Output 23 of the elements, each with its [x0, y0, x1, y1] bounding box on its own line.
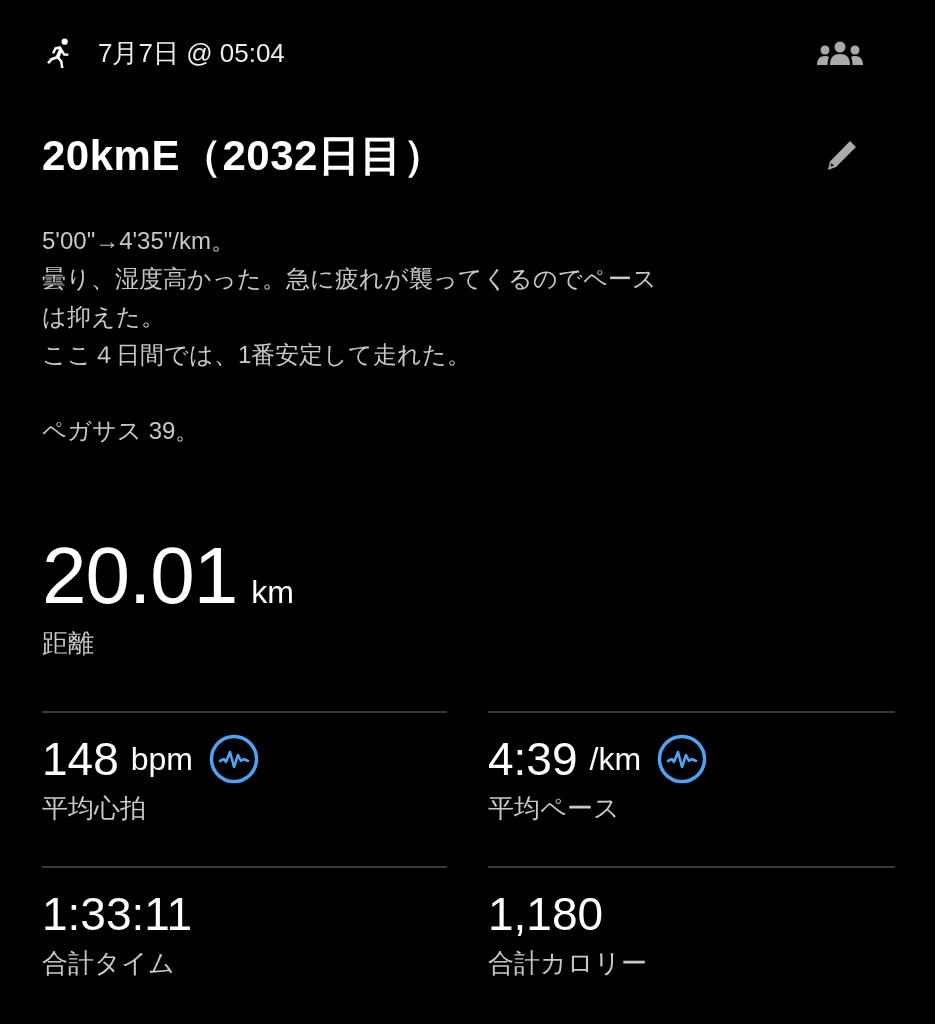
distance-value: 20.01: [42, 530, 238, 622]
stat-value: 1,180: [488, 887, 604, 941]
stat-label: 合計タイム: [42, 947, 175, 980]
distance-unit: km: [251, 574, 294, 611]
stat-label: 平均ペース: [488, 792, 620, 825]
stat-label: 合計カロリー: [488, 947, 647, 980]
heart-rate-chart-icon[interactable]: [209, 734, 259, 784]
note-text: 曇り、湿度高かった。急に疲れが襲ってくるのでペース: [42, 264, 658, 294]
distance-label: 距離: [42, 627, 94, 660]
heart-rate-chart-icon[interactable]: [657, 734, 708, 784]
note-text: ここ４日間では、1番安定して走れた。: [42, 340, 473, 370]
stat-label: 平均心拍: [42, 792, 146, 825]
stat-value: 1:33:11: [42, 887, 193, 941]
stat-value: 148: [42, 732, 119, 786]
activity-date: 7月7日 @ 05:04: [98, 36, 286, 70]
activity-title: 20kmE（2032日目）: [42, 131, 447, 181]
stat-unit: bpm: [130, 740, 193, 778]
stat-unit: /km: [589, 740, 642, 778]
group-icon[interactable]: [816, 40, 864, 66]
note-text: は抑えた。: [42, 302, 166, 332]
note-text: ペガサス 39。: [42, 416, 201, 446]
stat-value: 4:39: [488, 732, 578, 786]
note-text: 5'00"→4'35"/km。: [42, 226, 236, 256]
